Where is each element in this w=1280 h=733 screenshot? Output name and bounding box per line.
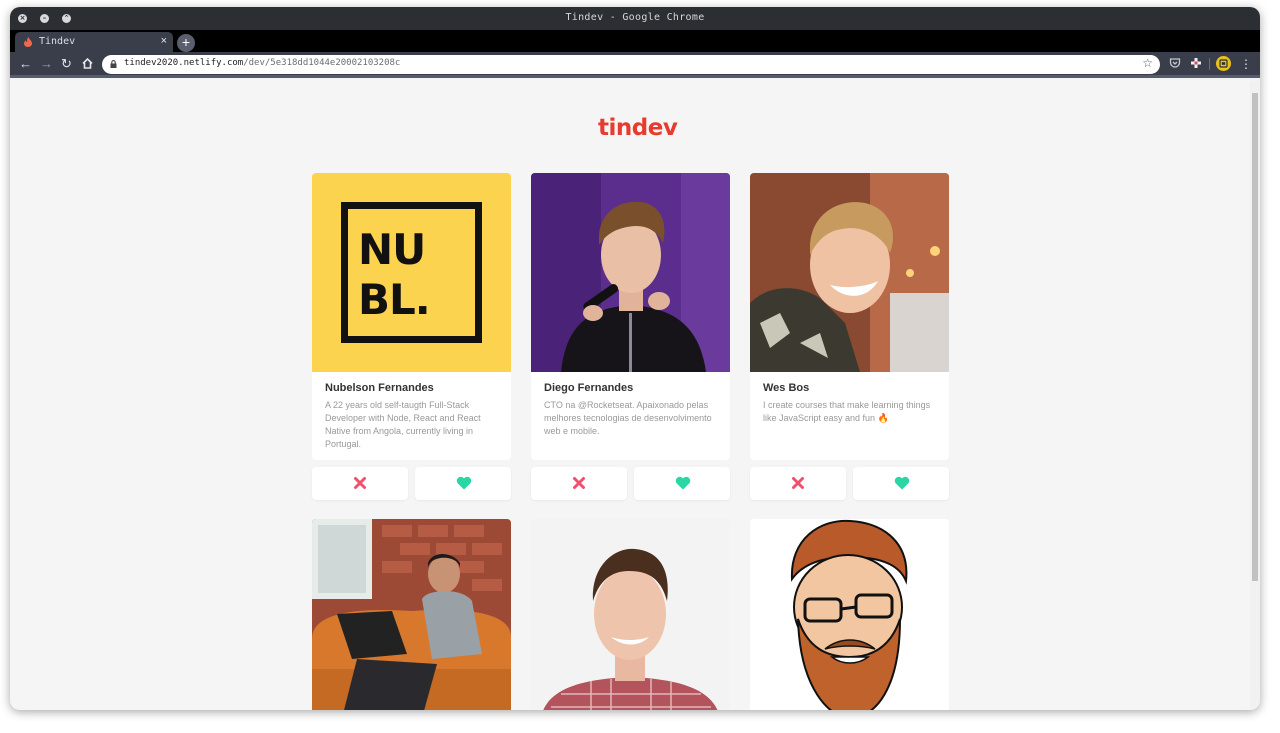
toolbar-divider bbox=[1209, 58, 1210, 70]
home-icon[interactable] bbox=[82, 58, 93, 69]
browser-toolbar: ← → ↻ tindev2020.netlify.com/dev/5e318dd… bbox=[10, 52, 1260, 78]
window-title: Tindev - Google Chrome bbox=[565, 12, 705, 23]
bookmark-star-icon[interactable]: ☆ bbox=[1142, 56, 1153, 70]
dev-name: Diego Fernandes bbox=[544, 382, 634, 394]
lock-icon bbox=[110, 60, 117, 68]
back-icon[interactable]: ← bbox=[19, 56, 32, 72]
dislike-button[interactable] bbox=[750, 467, 846, 500]
browser-tab[interactable]: Tindev × bbox=[15, 32, 173, 52]
url-text: tindev2020.netlify.com/dev/5e318dd1044e2… bbox=[124, 58, 401, 68]
card-actions bbox=[531, 467, 730, 500]
like-button[interactable] bbox=[415, 467, 511, 500]
title-bar: × – ⌃ Tindev - Google Chrome bbox=[10, 7, 1260, 30]
dislike-button[interactable] bbox=[312, 467, 408, 500]
scrollbar-thumb[interactable] bbox=[1252, 93, 1258, 581]
tab-title: Tindev bbox=[39, 36, 76, 47]
pocket-icon[interactable] bbox=[1169, 57, 1181, 69]
dev-card bbox=[312, 519, 511, 710]
nubl-logo-text: NU BL. bbox=[358, 225, 431, 324]
dev-card: Wes Bos I create courses that make learn… bbox=[750, 173, 949, 460]
smiling-man-photo bbox=[750, 173, 949, 372]
reload-icon[interactable]: ↻ bbox=[61, 56, 72, 72]
page-scrollbar[interactable] bbox=[1250, 81, 1260, 710]
tab-close-icon[interactable]: × bbox=[161, 35, 167, 47]
dev-info: Diego Fernandes CTO na @Rocketseat. Apai… bbox=[531, 372, 730, 460]
man-with-laptop-on-couch-photo bbox=[312, 519, 511, 710]
x-icon bbox=[792, 477, 804, 489]
dev-bio: I create courses that make learning thin… bbox=[763, 400, 931, 423]
dev-card bbox=[750, 519, 949, 710]
dislike-button[interactable] bbox=[531, 467, 627, 500]
dev-name: Nubelson Fernandes bbox=[325, 382, 434, 394]
nubl-logo-avatar: NU BL. bbox=[312, 173, 511, 372]
man-with-microphone-photo bbox=[531, 173, 730, 372]
dev-card: Diego Fernandes CTO na @Rocketseat. Apai… bbox=[531, 173, 730, 460]
dev-card bbox=[531, 519, 730, 710]
menu-kebab-icon[interactable]: ⋮ bbox=[1240, 57, 1252, 71]
browser-window: × – ⌃ Tindev - Google Chrome Tindev × + … bbox=[10, 7, 1260, 710]
new-tab-button[interactable]: + bbox=[177, 34, 195, 52]
flame-icon bbox=[24, 37, 32, 47]
dev-info: Nubelson Fernandes A 22 years old self-t… bbox=[312, 372, 511, 460]
heart-icon bbox=[894, 476, 910, 490]
dev-card: NU BL. Nubelson Fernandes A 22 years old… bbox=[312, 173, 511, 460]
x-icon bbox=[354, 477, 366, 489]
bearded-man-caricature bbox=[750, 519, 949, 710]
forward-icon[interactable]: → bbox=[40, 56, 53, 72]
address-bar[interactable]: tindev2020.netlify.com/dev/5e318dd1044e2… bbox=[102, 55, 1160, 74]
dev-bio: CTO na @Rocketseat. Apaixonado pelas mel… bbox=[544, 400, 712, 436]
dev-info: Wes Bos I create courses that make learn… bbox=[750, 372, 949, 460]
x-icon bbox=[573, 477, 585, 489]
tindev-logo: tindev bbox=[598, 115, 678, 141]
like-button[interactable] bbox=[634, 467, 730, 500]
page-viewport: tindev NU BL. Nubelson Fernandes A 22 ye… bbox=[10, 81, 1260, 710]
tab-strip: Tindev × + bbox=[10, 30, 1260, 52]
card-actions bbox=[750, 467, 949, 500]
profile-avatar-icon[interactable] bbox=[1216, 56, 1231, 71]
man-in-checked-shirt-photo bbox=[531, 519, 730, 710]
dev-bio: A 22 years old self-taugth Full-Stack De… bbox=[325, 400, 481, 449]
like-button[interactable] bbox=[853, 467, 949, 500]
card-actions bbox=[312, 467, 511, 500]
dev-name: Wes Bos bbox=[763, 382, 810, 394]
heart-icon bbox=[456, 476, 472, 490]
extension-puzzle-icon[interactable] bbox=[1190, 57, 1202, 69]
heart-icon bbox=[675, 476, 691, 490]
